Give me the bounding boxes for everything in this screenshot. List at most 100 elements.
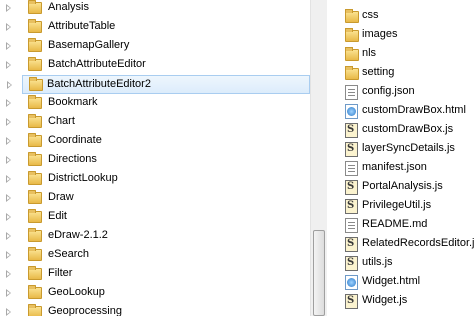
file-list-item[interactable]: Widget.html bbox=[327, 273, 474, 292]
script-file-icon bbox=[345, 294, 358, 309]
folder-icon bbox=[345, 9, 359, 23]
expand-arrow-icon[interactable] bbox=[6, 99, 11, 107]
html-file-icon bbox=[345, 104, 358, 119]
folder-icon bbox=[345, 28, 359, 42]
expand-arrow-icon[interactable] bbox=[6, 137, 11, 145]
file-item-label: RelatedRecordsEditor.js bbox=[362, 237, 474, 249]
tree-item[interactable]: eSearch bbox=[0, 246, 310, 265]
folder-icon bbox=[28, 57, 42, 71]
tree-item-label: eDraw-2.1.2 bbox=[48, 229, 108, 241]
tree-item-label: Draw bbox=[48, 191, 74, 203]
tree-item-label: Edit bbox=[48, 210, 67, 222]
script-file-icon bbox=[345, 237, 358, 252]
file-list-pane: css images nls setting config.json customDraw… bbox=[327, 0, 474, 316]
folder-icon bbox=[345, 47, 359, 61]
file-list-item[interactable]: layerSyncDetails.js bbox=[327, 140, 474, 159]
expand-arrow-icon[interactable] bbox=[6, 175, 11, 183]
file-item-label: PrivilegeUtil.js bbox=[362, 199, 432, 211]
tree-item-label: BatchAttributeEditor2 bbox=[47, 78, 151, 90]
tree-item[interactable]: Edit bbox=[0, 208, 310, 227]
tree-item[interactable]: Filter bbox=[0, 265, 310, 284]
file-item-label: customDrawBox.html bbox=[362, 104, 466, 116]
folder-icon bbox=[28, 228, 42, 242]
file-list-item[interactable]: customDrawBox.html bbox=[327, 102, 474, 121]
folder-icon bbox=[345, 66, 359, 80]
expand-arrow-icon[interactable] bbox=[6, 308, 11, 316]
tree-item-label: Directions bbox=[48, 153, 97, 165]
html-file-icon bbox=[345, 275, 358, 290]
tree-item[interactable]: eDraw-2.1.2 bbox=[0, 227, 310, 246]
tree-item[interactable]: Chart bbox=[0, 113, 310, 132]
folder-icon bbox=[28, 285, 42, 299]
file-item-label: Widget.js bbox=[362, 294, 408, 306]
folder-icon bbox=[28, 114, 42, 128]
expand-arrow-icon[interactable] bbox=[6, 194, 11, 202]
folder-icon bbox=[28, 152, 42, 166]
expand-arrow-icon[interactable] bbox=[6, 23, 11, 31]
expand-arrow-icon[interactable] bbox=[6, 42, 11, 50]
expand-arrow-icon[interactable] bbox=[6, 270, 11, 278]
tree-scrollbar[interactable] bbox=[310, 0, 327, 316]
tree-item[interactable]: DistrictLookup bbox=[0, 170, 310, 189]
folder-icon bbox=[28, 38, 42, 52]
file-list-item[interactable]: images bbox=[327, 26, 474, 45]
folder-icon bbox=[28, 0, 42, 14]
tree-item[interactable]: Coordinate bbox=[0, 132, 310, 151]
tree-item-label: Geoprocessing bbox=[48, 305, 122, 316]
file-list-item[interactable]: setting bbox=[327, 64, 474, 83]
expand-arrow-icon[interactable] bbox=[6, 61, 11, 69]
folder-icon bbox=[28, 133, 42, 147]
expand-arrow-icon[interactable] bbox=[6, 213, 11, 221]
file-item-label: utils.js bbox=[362, 256, 393, 268]
expand-arrow-icon[interactable] bbox=[6, 251, 11, 259]
folder-icon bbox=[29, 77, 43, 91]
script-file-icon bbox=[345, 142, 358, 157]
file-list-item[interactable]: config.json bbox=[327, 83, 474, 102]
tree-item-label: Chart bbox=[48, 115, 75, 127]
expand-arrow-icon[interactable] bbox=[6, 156, 11, 164]
folder-icon bbox=[28, 247, 42, 261]
expand-arrow-icon[interactable] bbox=[6, 289, 11, 297]
expand-arrow-icon[interactable] bbox=[6, 4, 11, 12]
file-item-label: css bbox=[362, 9, 379, 21]
file-list-item[interactable]: nls bbox=[327, 45, 474, 64]
file-item-label: customDrawBox.js bbox=[362, 123, 454, 135]
tree-item[interactable]: BasemapGallery bbox=[0, 37, 310, 56]
tree-item[interactable]: AttributeTable bbox=[0, 18, 310, 37]
folder-icon bbox=[28, 304, 42, 316]
tree-item-label: AttributeTable bbox=[48, 20, 116, 32]
folder-icon bbox=[28, 190, 42, 204]
tree-item[interactable]: Bookmark bbox=[0, 94, 310, 113]
file-item-label: manifest.json bbox=[362, 161, 427, 173]
tree-item[interactable]: Analysis bbox=[0, 0, 310, 18]
tree-item[interactable]: Geoprocessing bbox=[0, 303, 310, 316]
file-item-label: setting bbox=[362, 66, 395, 78]
file-list-item[interactable]: PrivilegeUtil.js bbox=[327, 197, 474, 216]
folder-icon bbox=[28, 19, 42, 33]
file-list-item[interactable]: utils.js bbox=[327, 254, 474, 273]
file-item-label: layerSyncDetails.js bbox=[362, 142, 455, 154]
tree-item[interactable]: Directions bbox=[0, 151, 310, 170]
tree-item[interactable]: GeoLookup bbox=[0, 284, 310, 303]
file-list-item[interactable]: customDrawBox.js bbox=[327, 121, 474, 140]
file-list-item[interactable]: manifest.json bbox=[327, 159, 474, 178]
tree-item-label: GeoLookup bbox=[48, 286, 105, 298]
expand-arrow-icon[interactable] bbox=[6, 232, 11, 240]
tree-item[interactable]: Draw bbox=[0, 189, 310, 208]
script-file-icon bbox=[345, 180, 358, 195]
scrollbar-thumb[interactable] bbox=[313, 230, 325, 316]
tree-item-label: Coordinate bbox=[48, 134, 102, 146]
file-list-item[interactable]: Widget.js bbox=[327, 292, 474, 311]
expand-arrow-icon[interactable] bbox=[6, 118, 11, 126]
file-list-item[interactable]: RelatedRecordsEditor.js bbox=[327, 235, 474, 254]
file-list-item[interactable]: PortalAnalysis.js bbox=[327, 178, 474, 197]
file-list-item[interactable]: css bbox=[327, 7, 474, 26]
file-list-item[interactable]: README.md bbox=[327, 216, 474, 235]
text-file-icon bbox=[345, 218, 358, 233]
file-item-label: config.json bbox=[362, 85, 415, 97]
expand-arrow-icon[interactable] bbox=[7, 81, 12, 89]
file-item-label: PortalAnalysis.js bbox=[362, 180, 443, 192]
tree-item[interactable]: BatchAttributeEditor2 bbox=[7, 75, 310, 94]
tree-item[interactable]: BatchAttributeEditor bbox=[0, 56, 310, 75]
script-file-icon bbox=[345, 199, 358, 214]
